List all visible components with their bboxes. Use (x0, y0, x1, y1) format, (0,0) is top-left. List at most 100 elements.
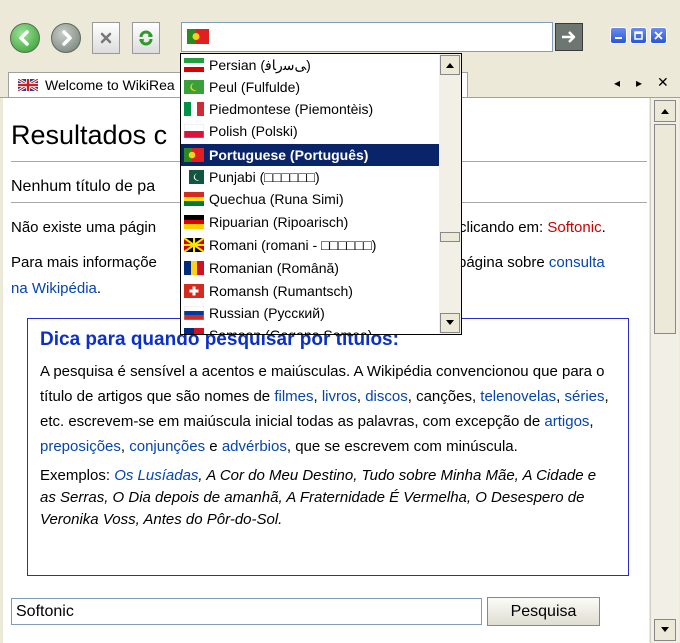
language-option-label: Romani (romani - □□□□□□) (209, 237, 377, 253)
iran-flag-icon (184, 58, 204, 72)
p1-tail: . (601, 219, 606, 236)
language-option-label: Peul (Fulfulde) (209, 79, 301, 95)
sep-1: , (313, 388, 322, 405)
dropdown-scroll-up[interactable] (440, 55, 460, 75)
back-button[interactable] (10, 23, 40, 53)
language-option[interactable]: Romanian (Română) (181, 257, 439, 279)
softonic-link[interactable]: Softonic (547, 219, 601, 236)
language-option-label: Russian (Русский) (209, 305, 325, 321)
dropdown-scrollbar[interactable] (439, 54, 461, 334)
p2-tail: . (96, 280, 102, 297)
language-option[interactable]: Peul (Fulfulde) (181, 76, 439, 98)
minimize-button[interactable] (610, 27, 627, 44)
bolivia-flag-icon (184, 192, 204, 206)
refresh-icon (139, 30, 153, 46)
arrow-up-icon (661, 109, 669, 114)
russia-flag-icon (184, 306, 204, 320)
discos-link[interactable]: discos (365, 388, 408, 405)
tip-text-5: , que se escrevem com minúscula. (286, 438, 518, 455)
artigos-link[interactable]: artigos (544, 413, 589, 430)
dropdown-scroll-thumb[interactable] (440, 232, 460, 242)
tab-next-button[interactable]: ▸ (636, 76, 642, 90)
language-option[interactable]: Romani (romani - □□□□□□) (181, 234, 439, 256)
portugal-flag-icon (184, 148, 204, 162)
peul-flag-icon (184, 80, 204, 94)
search-button[interactable]: Pesquisa (487, 597, 600, 626)
language-option[interactable]: Quechua (Runa Simi) (181, 188, 439, 210)
maximize-icon (634, 31, 643, 40)
tab-prev-button[interactable]: ◂ (614, 76, 620, 90)
consulta-link[interactable]: consulta (549, 254, 605, 271)
examples-label: Exemplos: (40, 467, 115, 484)
germany-flag-icon (184, 215, 204, 229)
tab-close-button[interactable]: ✕ (657, 75, 669, 91)
poland-flag-icon (184, 124, 204, 138)
maximize-button[interactable] (630, 27, 647, 44)
sep-3: , (556, 388, 565, 405)
refresh-button[interactable] (132, 22, 160, 54)
portugal-flag-icon (187, 29, 209, 44)
more-info-paragraph-end: página sobre consulta (458, 250, 605, 276)
forward-button[interactable] (51, 23, 81, 53)
language-option-label: Ripuarian (Ripoarisch) (209, 214, 349, 230)
stop-button[interactable] (92, 22, 120, 54)
telenovelas-link[interactable]: telenovelas (480, 388, 556, 405)
language-option[interactable]: Piedmontese (Piemontèis) (181, 98, 439, 120)
language-option[interactable]: Polish (Polski) (181, 120, 439, 142)
language-option[interactable]: Persian (ﯽﺳﺭﺎﻓ) (181, 54, 439, 76)
language-option-selected[interactable]: Portuguese (Português) (181, 144, 439, 166)
tab-label: Welcome to WikiRea (45, 77, 175, 93)
back-arrow-icon (19, 30, 29, 46)
language-option-label: Polish (Polski) (209, 123, 298, 139)
go-button[interactable] (555, 23, 583, 51)
filmes-link[interactable]: filmes (274, 388, 313, 405)
arrow-up-icon (446, 63, 454, 68)
more-info-paragraph-start: Para mais informaçõe (11, 254, 157, 271)
sep-4: , (589, 413, 594, 430)
uk-flag-icon (18, 79, 38, 91)
page-scrollbar[interactable] (650, 98, 679, 643)
conjuncoes-link[interactable]: conjunções (129, 438, 205, 455)
language-option-label: Romanian (Română) (209, 260, 339, 276)
language-option-label: Quechua (Runa Simi) (209, 191, 344, 207)
scroll-up-button[interactable] (654, 100, 676, 122)
italy-flag-icon (184, 102, 204, 116)
sep-2: , (356, 388, 366, 405)
language-option-label: Romansh (Rumantsch) (209, 283, 353, 299)
search-input[interactable] (11, 598, 482, 625)
language-option[interactable]: Ripuarian (Ripoarisch) (181, 211, 439, 233)
tip-text: A pesquisa é sensível a acentos e maiúsc… (40, 359, 616, 459)
os-lusiadas-link[interactable]: Os Lusíadas (114, 467, 198, 484)
language-option[interactable]: Romansh (Rumantsch) (181, 280, 439, 302)
language-dropdown[interactable]: Persian (ﯽﺳﺭﺎﻓ) Peul (Fulfulde) Piedmont… (180, 53, 462, 335)
language-option-label: Samoan (Gagana Samoa) (209, 327, 373, 335)
sep-5: , (120, 438, 130, 455)
minimize-icon (615, 37, 622, 39)
close-icon (654, 31, 663, 40)
adverbios-link[interactable]: advérbios (222, 438, 287, 455)
scroll-down-button[interactable] (654, 619, 676, 641)
wikipedia-link[interactable]: na Wikipédia (11, 280, 97, 297)
dropdown-scroll-down[interactable] (440, 313, 460, 333)
scroll-thumb[interactable] (654, 124, 676, 334)
search-tip-box: Dica para quando pesquisar por títulos: … (27, 318, 629, 576)
examples-text: Exemplos: Os Lusíadas, A Cor do Meu Dest… (40, 465, 616, 531)
language-option[interactable]: Russian (Русский) (181, 302, 439, 324)
romania-flag-icon (184, 261, 204, 275)
livros-link[interactable]: livros (322, 388, 357, 405)
wikipedia-link-line: na Wikipédia. (11, 276, 101, 302)
macedonia-flag-icon (184, 238, 204, 252)
page-subtitle: Nenhum título de pa (11, 178, 156, 195)
preposicoes-link[interactable]: preposições (40, 438, 121, 455)
stop-icon (100, 32, 112, 44)
forward-arrow-icon (62, 30, 72, 46)
language-selector[interactable] (181, 22, 553, 52)
arrow-down-icon (661, 627, 669, 632)
language-option[interactable]: Punjabi (□□□□□□) (181, 166, 439, 188)
close-window-button[interactable] (650, 27, 667, 44)
language-option-label: Portuguese (Português) (209, 147, 369, 163)
language-option-label: Piedmontese (Piemontèis) (209, 101, 374, 117)
no-page-paragraph-start: Não existe uma págin (11, 219, 157, 236)
series-link[interactable]: séries (565, 388, 605, 405)
language-option[interactable]: Samoan (Gagana Samoa) (181, 324, 439, 335)
